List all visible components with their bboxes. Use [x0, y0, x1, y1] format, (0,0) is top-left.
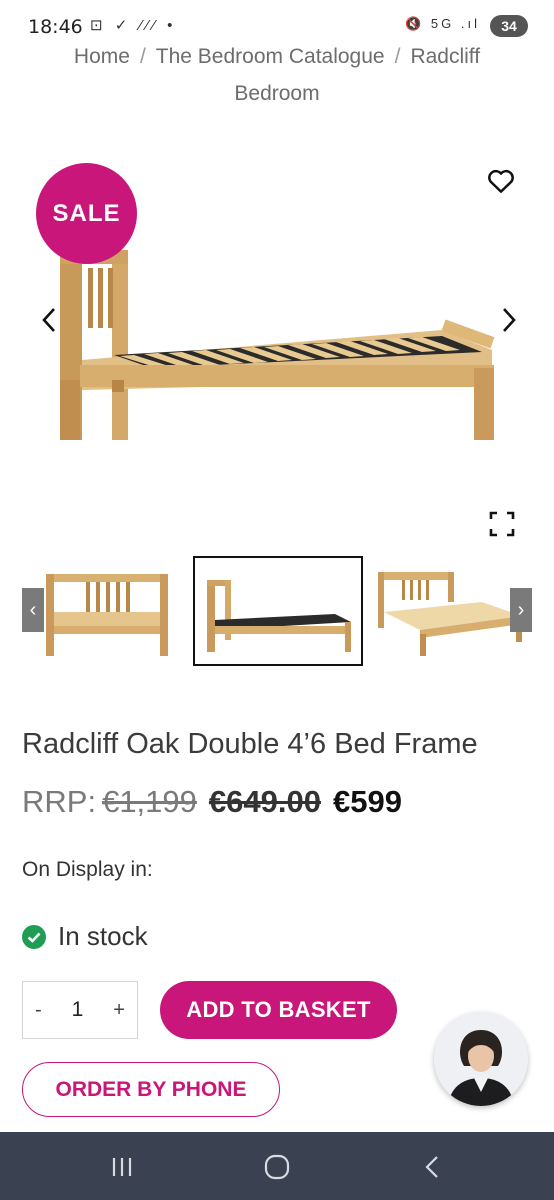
qty-decrement-button[interactable]: -	[35, 999, 42, 1022]
signal-icons: 🔇 5G .ıl	[405, 16, 480, 31]
rrp-price: €1,199	[102, 784, 197, 819]
breadcrumb-separator: /	[394, 45, 401, 68]
recent-apps-icon[interactable]	[107, 1152, 137, 1182]
thumbnail-2-selected[interactable]	[193, 556, 363, 666]
breadcrumb-separator: /	[139, 45, 146, 68]
thumbnail-image	[46, 574, 168, 656]
breadcrumb-home[interactable]: Home	[74, 45, 130, 68]
add-to-basket-button[interactable]: ADD TO BASKET	[160, 981, 397, 1039]
heart-icon[interactable]	[486, 166, 516, 196]
thumbnail-1[interactable]	[22, 556, 180, 666]
rrp-label: RRP:	[22, 784, 97, 819]
breadcrumb: Home / The Bedroom Catalogue / Radcliff Bedr…	[30, 38, 524, 112]
avatar-icon	[434, 1012, 528, 1106]
sale-badge: SALE	[36, 163, 137, 264]
chevron-left-icon[interactable]	[36, 305, 62, 335]
system-nav-bar	[0, 1132, 554, 1200]
thumbnail-image	[378, 572, 522, 656]
price-row: RRP: €1,199 €649.00 €599	[22, 784, 402, 820]
battery-indicator: 34	[490, 15, 528, 37]
thumbnail-image	[207, 580, 351, 652]
quantity-stepper: - 1 +	[22, 981, 138, 1039]
order-by-phone-button[interactable]: ORDER BY PHONE	[22, 1062, 280, 1117]
status-time: 18:46	[28, 16, 83, 38]
product-title: Radcliff Oak Double 4’6 Bed Frame	[22, 728, 478, 760]
qty-increment-button[interactable]: +	[113, 999, 125, 1022]
on-display-label: On Display in:	[22, 858, 153, 881]
back-icon[interactable]	[418, 1152, 448, 1182]
thumbnail-3[interactable]	[372, 556, 532, 666]
thumbnail-prev-button[interactable]: ‹	[22, 588, 44, 632]
quantity-input[interactable]: 1	[72, 998, 84, 1022]
stock-status-label: In stock	[58, 921, 148, 951]
home-icon[interactable]	[262, 1152, 292, 1182]
fullscreen-icon[interactable]	[488, 510, 516, 538]
breadcrumb-bedroom-catalogue[interactable]: The Bedroom Catalogue	[156, 45, 385, 68]
stock-status: In stock	[22, 921, 148, 952]
sale-price: €599	[332, 784, 402, 819]
check-circle-icon	[22, 924, 46, 949]
chat-assistant-avatar[interactable]	[434, 1012, 528, 1106]
thumbnail-next-button[interactable]: ›	[510, 588, 532, 632]
chevron-right-icon[interactable]	[496, 305, 522, 335]
old-price: €649.00	[208, 784, 321, 819]
notification-icons: ⊡ ✓ ⁄⁄⁄ •	[90, 17, 177, 34]
